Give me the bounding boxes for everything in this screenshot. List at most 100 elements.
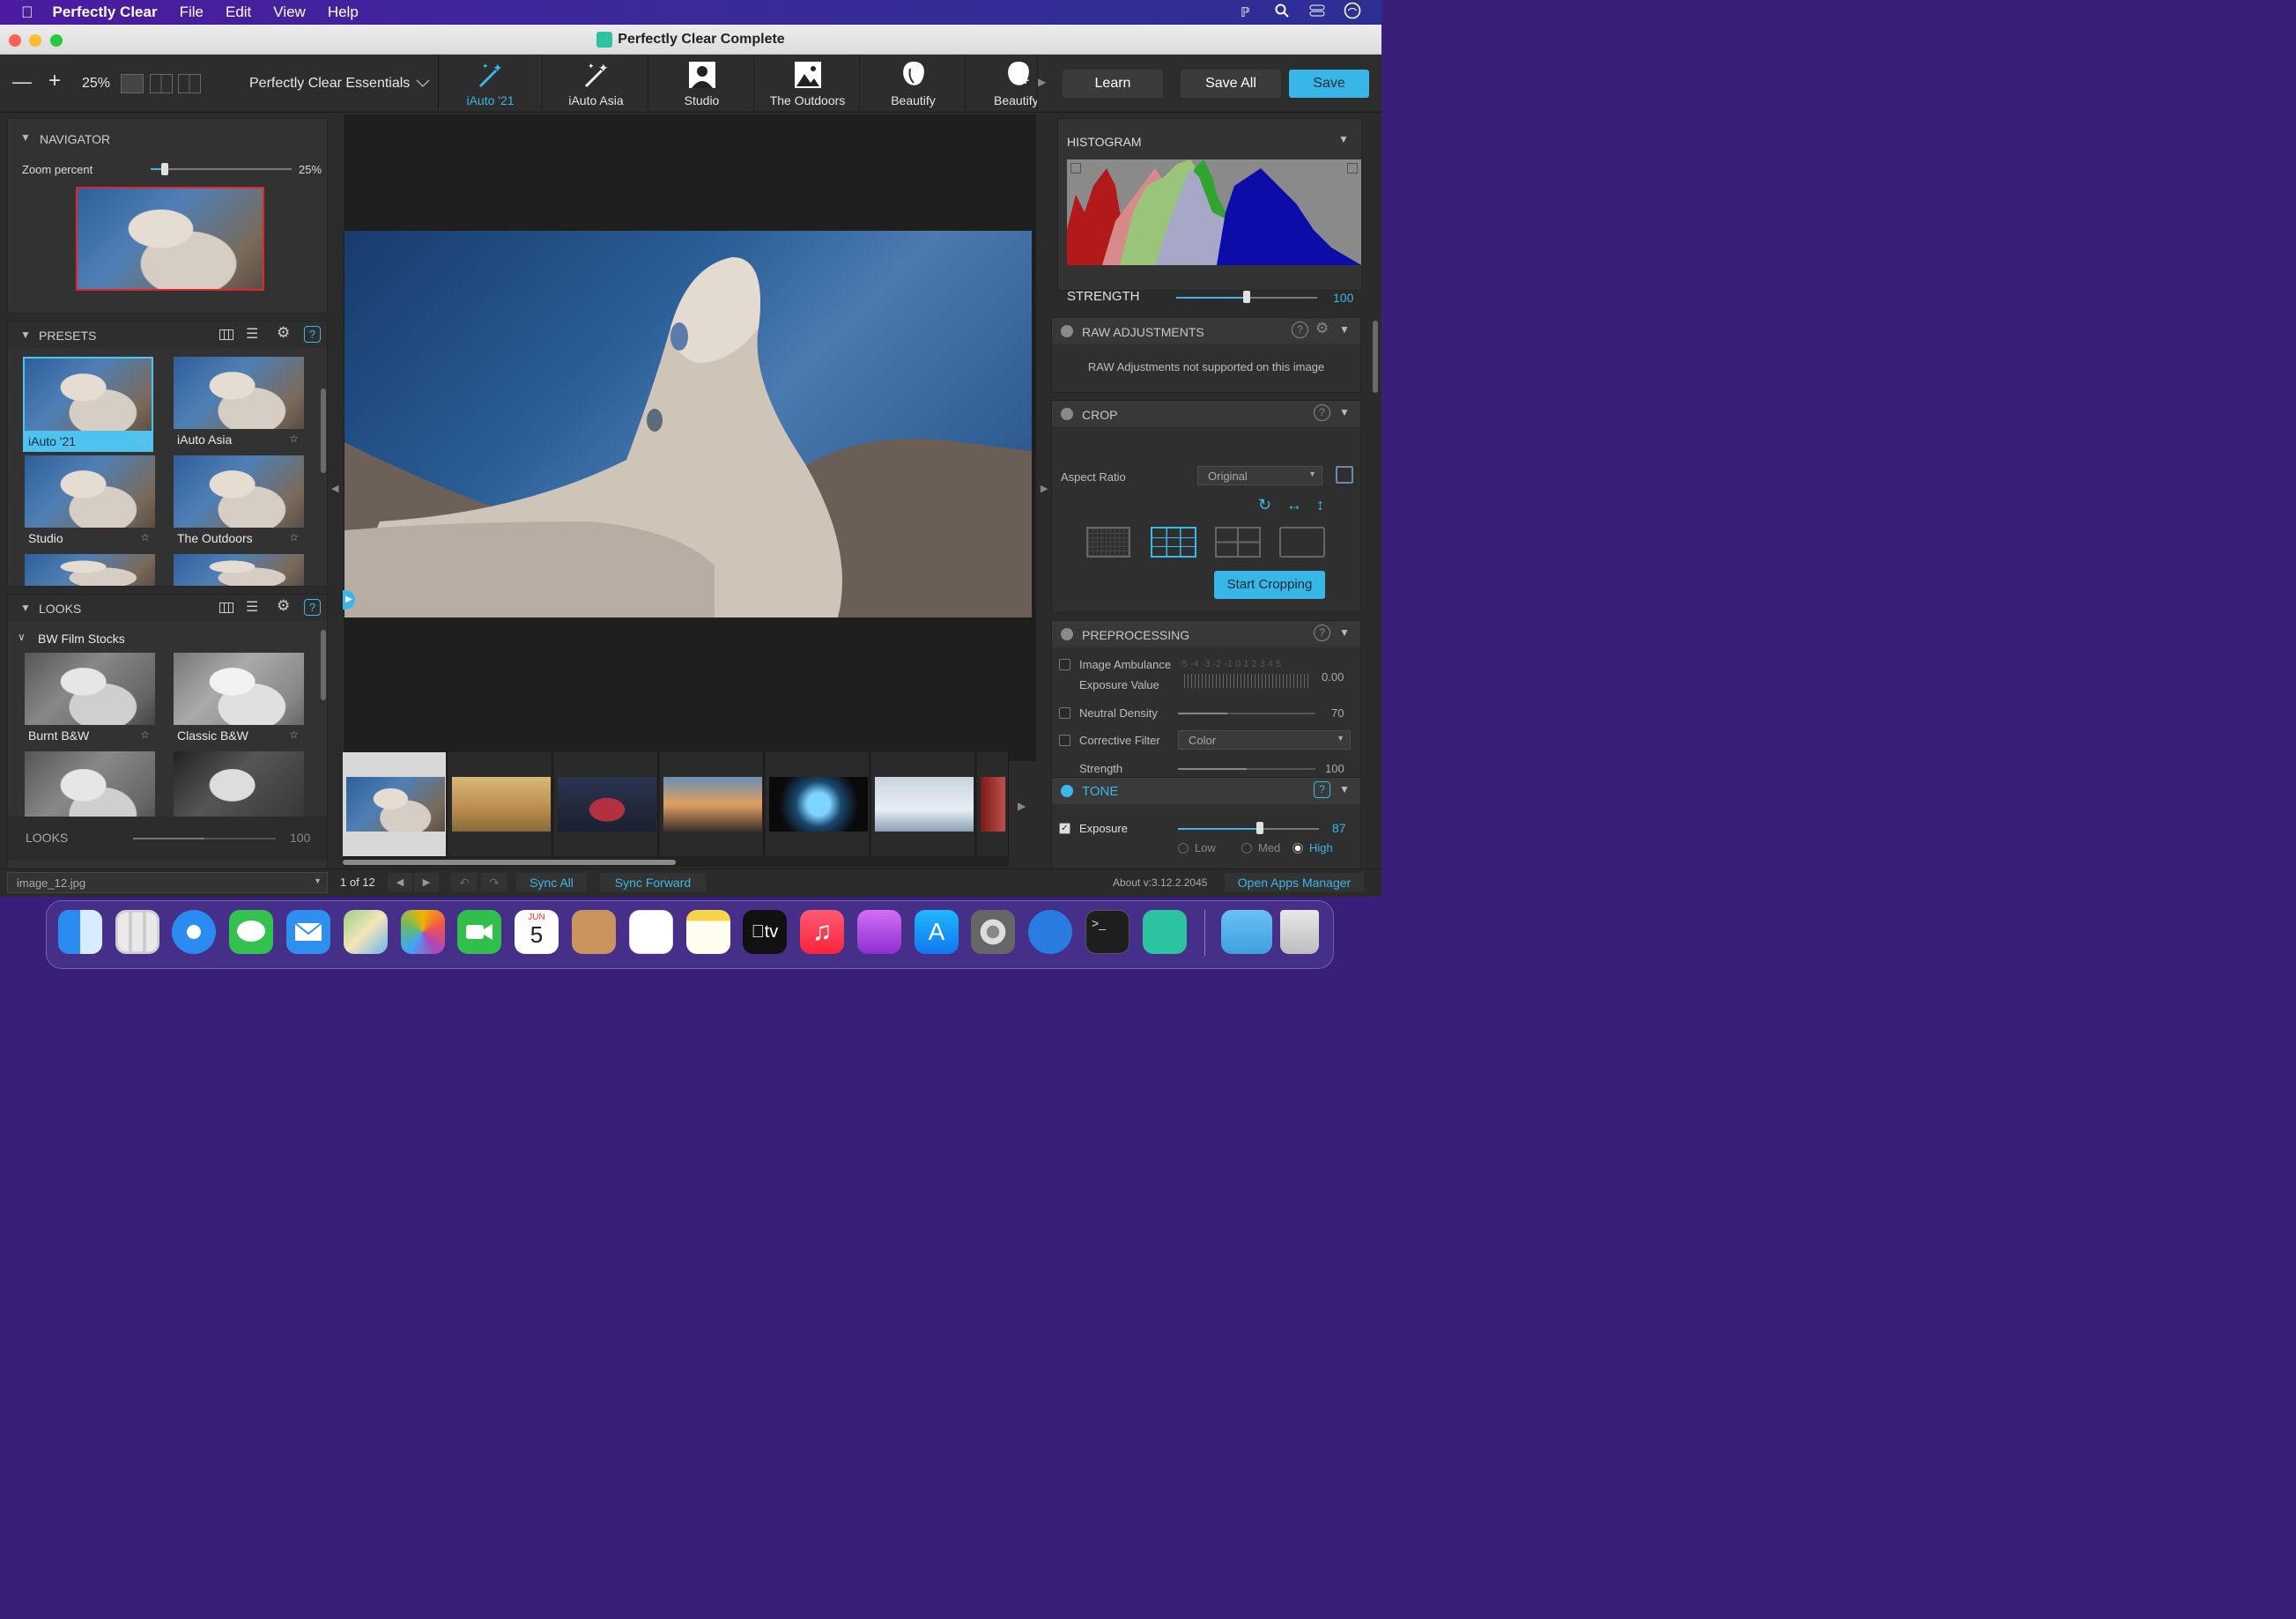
zoom-window-button[interactable]	[50, 34, 63, 47]
image-ambulance-checkbox[interactable]	[1059, 659, 1070, 670]
maps-icon[interactable]	[344, 910, 388, 954]
launchpad-icon[interactable]	[115, 910, 159, 954]
next-image-button[interactable]: ▶	[414, 873, 439, 892]
filmstrip-next-icon[interactable]: ▶	[1018, 800, 1026, 812]
exposure-checkbox[interactable]: ✓	[1059, 823, 1070, 834]
film-thumb[interactable]	[871, 752, 975, 856]
looks-group-label[interactable]: BW Film Stocks	[38, 632, 125, 646]
gear-icon[interactable]: ⚙	[277, 597, 290, 615]
calendar-icon[interactable]: JUN 5	[515, 910, 559, 954]
single-view-icon[interactable]	[121, 74, 144, 93]
system-settings-icon[interactable]	[971, 910, 1015, 954]
notes-icon[interactable]	[686, 910, 730, 954]
finder-icon[interactable]	[58, 910, 102, 954]
apple-tv-icon[interactable]: tv	[743, 910, 787, 954]
strength-slider-knob[interactable]	[1243, 291, 1250, 303]
app-store-icon[interactable]: A	[915, 910, 959, 954]
preset-thumb-partial[interactable]	[25, 554, 155, 586]
reminders-icon[interactable]	[629, 910, 673, 954]
learn-button[interactable]: Learn	[1063, 70, 1163, 98]
corrective-filter-checkbox[interactable]	[1059, 735, 1070, 746]
zoom-slider-knob[interactable]	[161, 163, 168, 175]
close-window-button[interactable]	[9, 34, 21, 47]
help-icon[interactable]: ?	[1314, 781, 1330, 798]
podcasts-icon[interactable]	[857, 910, 901, 954]
messages-icon[interactable]	[229, 910, 273, 954]
corrective-filter-select[interactable]: Color ▼	[1178, 730, 1351, 750]
menu-app-name[interactable]: Perfectly Clear	[53, 4, 158, 21]
wifi-icon[interactable]: ℙ	[1241, 4, 1250, 20]
list-view-icon[interactable]: ☰	[246, 325, 258, 343]
look-thumb-classic-bw[interactable]: Classic B&W ☆	[174, 653, 304, 748]
radio-high[interactable]	[1292, 843, 1303, 854]
section-toggle[interactable]	[1061, 628, 1073, 640]
tab-studio[interactable]: Studio	[650, 55, 754, 113]
menu-file[interactable]: File	[180, 4, 204, 21]
gear-icon[interactable]: ⚙	[1315, 320, 1329, 337]
grid-quarters-icon[interactable]	[1215, 527, 1261, 558]
preset-thumb-partial[interactable]	[174, 554, 304, 586]
preset-group-select[interactable]: Perfectly Clear Essentials	[249, 76, 410, 92]
clipping-highlight-checkbox[interactable]	[1347, 163, 1358, 174]
section-toggle[interactable]	[1061, 785, 1073, 797]
looks-scrollbar[interactable]	[321, 630, 326, 700]
help-icon[interactable]: ?	[304, 599, 321, 616]
facetime-icon[interactable]	[457, 910, 501, 954]
menu-edit[interactable]: Edit	[226, 4, 251, 21]
start-cropping-button[interactable]: Start Cropping	[1214, 571, 1325, 599]
control-center-icon[interactable]	[1309, 4, 1325, 22]
zoom-in-button[interactable]: +	[48, 69, 61, 93]
section-toggle[interactable]	[1061, 325, 1073, 337]
film-thumb-partial[interactable]	[977, 752, 1009, 856]
sync-forward-button[interactable]: Sync Forward	[600, 873, 706, 892]
help-icon[interactable]: ?	[304, 326, 321, 343]
help-icon[interactable]: ?	[1292, 322, 1308, 338]
list-view-icon[interactable]: ☰	[246, 598, 258, 616]
grid-fine-icon[interactable]	[1086, 527, 1130, 558]
star-icon[interactable]: ☆	[140, 728, 150, 741]
music-icon[interactable]: ♫	[800, 910, 844, 954]
collapse-triangle-icon[interactable]: ▼	[1339, 323, 1350, 336]
preset-thumb-studio[interactable]: Studio ☆	[25, 455, 155, 551]
flip-vertical-icon[interactable]: ↕	[1316, 496, 1324, 514]
collapse-right-icon[interactable]: ▶	[1041, 483, 1048, 494]
safari-icon[interactable]	[172, 910, 216, 954]
film-thumb-selected[interactable]	[343, 752, 447, 856]
save-all-button[interactable]: Save All	[1181, 70, 1281, 98]
star-icon[interactable]: ☆	[289, 728, 299, 741]
rotate-icon[interactable]: ↻	[1258, 496, 1271, 514]
golden-spiral-icon[interactable]	[1279, 527, 1325, 558]
filename-select[interactable]: image_12.jpg ▼	[7, 872, 328, 893]
sync-all-button[interactable]: Sync All	[516, 873, 587, 892]
radio-low[interactable]	[1178, 843, 1189, 854]
menu-view[interactable]: View	[273, 4, 306, 21]
collapse-triangle-icon[interactable]: ▼	[1339, 626, 1350, 639]
undo-icon[interactable]: ↶	[451, 873, 478, 892]
save-button[interactable]: Save	[1289, 70, 1369, 98]
chevron-down-icon[interactable]	[415, 78, 431, 93]
crop-tool-icon[interactable]	[1336, 466, 1353, 484]
scroll-right-icon[interactable]: ▶	[1038, 76, 1046, 88]
film-thumb[interactable]	[448, 752, 552, 856]
aspect-ratio-select[interactable]: Original ▼	[1197, 466, 1322, 485]
tab-iauto-21[interactable]: ✦ ✦ iAuto '21	[439, 55, 543, 113]
collapse-triangle-icon[interactable]: ▼	[1339, 406, 1350, 418]
star-icon[interactable]: ☆	[289, 432, 299, 445]
right-panel-scrollbar[interactable]	[1373, 321, 1378, 393]
look-thumb-burnt-bw[interactable]: Burnt B&W ☆	[25, 653, 155, 748]
search-icon[interactable]	[1275, 4, 1289, 22]
ev-slider[interactable]	[1184, 674, 1309, 688]
open-apps-manager-button[interactable]: Open Apps Manager	[1225, 873, 1364, 892]
tab-iauto-asia[interactable]: ✦ ✦ iAuto Asia	[544, 55, 648, 113]
siri-icon[interactable]	[1344, 2, 1361, 24]
downloads-folder-icon[interactable]	[1221, 910, 1272, 954]
clipping-shadow-checkbox[interactable]	[1070, 163, 1081, 174]
gear-icon[interactable]: ⚙	[277, 324, 290, 342]
zoom-slider[interactable]	[151, 168, 292, 170]
star-icon[interactable]: ☆	[140, 531, 150, 543]
neutral-density-checkbox[interactable]	[1059, 707, 1070, 719]
grid-thirds-icon[interactable]	[1151, 527, 1196, 558]
presets-scrollbar[interactable]	[321, 388, 326, 473]
collapse-triangle-icon[interactable]: ▼	[20, 329, 31, 341]
tab-beautify-plus[interactable]: + Beautify	[967, 55, 1038, 113]
